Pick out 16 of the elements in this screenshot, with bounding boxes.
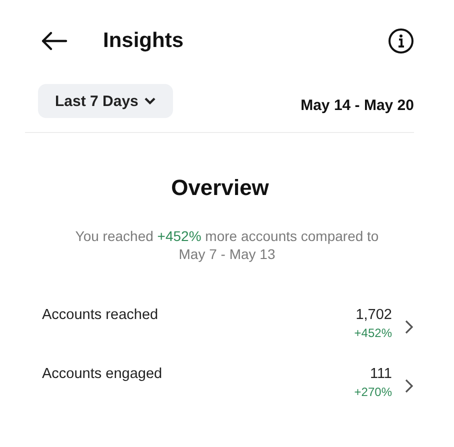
summary-text: You reached +452% more accounts compared to May 7 - May 13 <box>74 227 380 263</box>
section-title: Overview <box>170 175 270 201</box>
metric-label: Accounts engaged <box>42 366 164 382</box>
metric-change: +452% <box>354 326 392 340</box>
chevron-right-icon[interactable] <box>404 378 414 394</box>
page-title: Insights <box>103 29 185 53</box>
back-arrow-icon[interactable] <box>40 31 68 51</box>
chevron-right-icon[interactable] <box>404 319 414 335</box>
metric-change: +270% <box>354 385 392 399</box>
date-range: May 14 - May 20 <box>300 96 414 114</box>
info-icon[interactable] <box>388 28 414 54</box>
metric-value: 1,702 <box>356 307 392 323</box>
metric-label: Accounts reached <box>42 307 160 323</box>
date-range-dropdown[interactable]: Last 7 Days <box>38 84 174 118</box>
metric-value: 111 <box>370 366 392 382</box>
caret-icon <box>144 97 156 105</box>
